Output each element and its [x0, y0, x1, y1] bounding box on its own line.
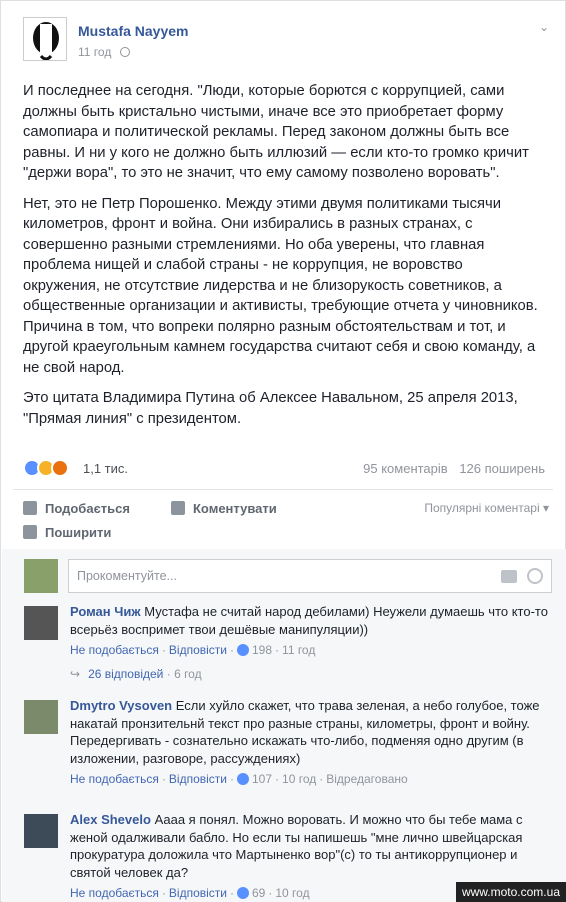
post-card: Mustafa Nayyem 11 год ⌄ И последнее на с…: [0, 0, 566, 902]
comment-reply-link[interactable]: Відповісти: [169, 886, 227, 900]
comment-unlike-link[interactable]: Не подобається: [70, 772, 159, 786]
like-label: Подобається: [45, 501, 130, 516]
comment-body: Роман Чиж Мустафа не считай народ дебила…: [70, 603, 554, 660]
post-paragraph: И последнее на сегодня. "Люди, которые б…: [23, 83, 529, 181]
share-label: Поширити: [45, 525, 112, 540]
share-button[interactable]: Поширити: [23, 525, 111, 540]
comment-unlike-link[interactable]: Не подобається: [70, 886, 159, 900]
like-icon: [237, 773, 249, 785]
camera-icon[interactable]: [501, 570, 517, 583]
comment-input[interactable]: Прокоментуйте...: [68, 559, 552, 593]
comment-edited[interactable]: Відредаговано: [326, 772, 407, 786]
share-icon: [23, 525, 37, 539]
comments-count[interactable]: 95 коментарів: [363, 461, 448, 476]
commenter-avatar[interactable]: [24, 606, 58, 640]
post-time[interactable]: 11 год: [78, 45, 111, 59]
divider: [13, 489, 553, 490]
like-icon: [237, 644, 249, 656]
commenter-name[interactable]: Alex Shevelo: [70, 812, 151, 827]
comment-label: Коментувати: [193, 501, 277, 516]
comment-likes[interactable]: 198: [252, 643, 272, 657]
view-replies-link[interactable]: ↪ 26 відповідей · 6 год: [70, 667, 202, 681]
comment-body: Dmytro Vysoven Если хуйло скажет, что тр…: [70, 697, 554, 789]
comment-reply-link[interactable]: Відповісти: [169, 643, 227, 657]
commenter-avatar[interactable]: [24, 700, 58, 734]
comment-likes[interactable]: 69: [252, 886, 265, 900]
like-button[interactable]: Подобається: [23, 501, 130, 516]
commenter-avatar[interactable]: [24, 814, 58, 848]
emoji-icon[interactable]: [527, 568, 543, 584]
comment-actions: Не подобається · Відповісти · 107 · 10 год · Від…: [70, 772, 408, 786]
reaction-count[interactable]: 1,1 тис.: [83, 461, 128, 476]
comment-icon: [171, 501, 185, 515]
post-counts: 95 коментарів 126 поширень: [355, 461, 545, 476]
comment-text: Мустафа не считай народ дебилами) Неужел…: [70, 604, 548, 637]
comment-button[interactable]: Коментувати: [171, 501, 277, 516]
post-paragraph: Это цитата Владимира Путина об Алексее Н…: [23, 390, 518, 427]
commenter-name[interactable]: Dmytro Vysoven: [70, 698, 172, 713]
comment-unlike-link[interactable]: Не подобається: [70, 643, 159, 657]
comment-time[interactable]: 10 год: [282, 772, 316, 786]
comment-likes[interactable]: 107: [252, 772, 272, 786]
replies-time: 6 год: [174, 667, 202, 681]
reply-arrow-icon: ↪: [70, 667, 81, 681]
comment-time[interactable]: 11 год: [282, 643, 315, 657]
angry-reaction-icon[interactable]: [51, 459, 69, 477]
shares-count[interactable]: 126 поширень: [459, 461, 545, 476]
post-header: Mustafa Nayyem 11 год ⌄: [23, 17, 553, 67]
chevron-down-icon[interactable]: ⌄: [539, 20, 549, 34]
comment-time[interactable]: 10 год: [275, 886, 309, 900]
current-user-avatar[interactable]: [24, 559, 58, 593]
comment-text-second: Передергивать - сознательно искажать что…: [70, 733, 524, 766]
like-icon: [237, 887, 249, 899]
post-text: И последнее на сегодня. "Люди, которые б…: [23, 81, 543, 439]
reactions-bar: 1,1 тис. 95 коментарів 126 поширень: [23, 459, 545, 481]
thumbs-up-icon: [23, 501, 37, 515]
comment-sort-dropdown[interactable]: Популярні коментарі ▾: [424, 501, 549, 515]
globe-icon: [119, 47, 130, 57]
comment-composer: Прокоментуйте...: [24, 559, 552, 593]
author-name[interactable]: Mustafa Nayyem: [78, 23, 189, 39]
post-paragraph: Нет, это не Петр Порошенко. Между этими …: [23, 195, 538, 376]
comment-actions: Не подобається · Відповісти · 198 · 11 год: [70, 643, 316, 657]
replies-count: 26 відповідей: [88, 667, 164, 681]
comments-section: Прокоментуйте... Роман Чиж Мустафа не сч…: [2, 549, 566, 902]
post-meta: 11 год: [78, 45, 130, 59]
author-avatar[interactable]: [23, 17, 67, 61]
comment-placeholder: Прокоментуйте...: [77, 569, 177, 583]
commenter-name[interactable]: Роман Чиж: [70, 604, 141, 619]
site-watermark: www.moto.com.ua: [455, 882, 566, 902]
comment-reply-link[interactable]: Відповісти: [169, 772, 227, 786]
